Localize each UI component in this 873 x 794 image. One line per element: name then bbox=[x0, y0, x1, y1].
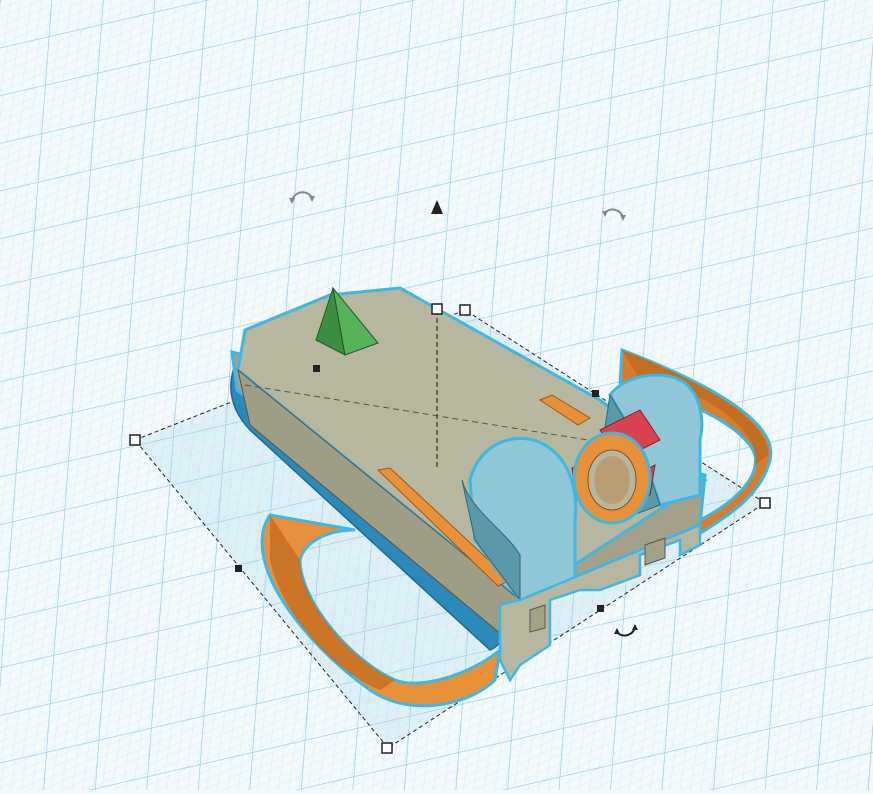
corner-handle-top[interactable] bbox=[431, 303, 443, 315]
edge-handle-bottom-left[interactable] bbox=[235, 565, 242, 572]
edge-handle-top-right[interactable] bbox=[592, 390, 599, 397]
scene-svg[interactable] bbox=[0, 0, 873, 790]
corner-handle-top-right[interactable] bbox=[459, 304, 471, 316]
corner-handle-right[interactable] bbox=[759, 497, 771, 509]
orange-ring[interactable] bbox=[572, 431, 652, 525]
corner-handle-left[interactable] bbox=[129, 434, 141, 446]
corner-handle-bottom[interactable] bbox=[381, 742, 393, 754]
edge-handle-top-left[interactable] bbox=[313, 365, 320, 372]
edge-handle-bottom-right[interactable] bbox=[597, 605, 604, 612]
workplane-viewport[interactable] bbox=[0, 0, 873, 790]
